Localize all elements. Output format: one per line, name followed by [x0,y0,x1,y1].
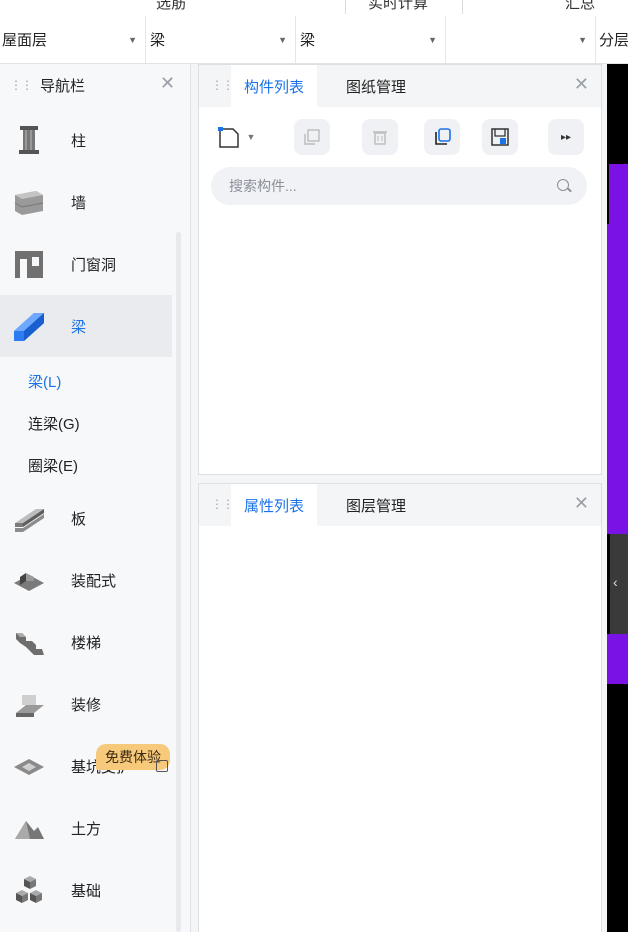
layer-select-value: 分层 [599,32,628,49]
wall-icon [14,191,44,215]
selector-bar: 屋面层 ▼ 梁 ▼ 梁 ▼ ▼ 分层 [0,16,628,64]
ribbon-divider [462,0,463,14]
tab-drawing-management[interactable]: 图纸管理 [333,65,419,107]
property-list-panel: ⋮⋮ 属性列表 图层管理 ✕ [198,483,602,932]
component-panel-header: ⋮⋮ 构件列表 图纸管理 ✕ [199,65,601,107]
door-window-icon [15,251,43,278]
ribbon-divider [345,0,346,14]
nav-item-label: 楼梯 [71,634,102,652]
ribbon-label-rebar[interactable]: 选筋 [156,0,186,13]
floor-select[interactable]: 屋面层 ▼ [0,16,146,63]
nav-item-label: 土方 [71,820,102,838]
chevron-left-icon[interactable]: ‹ [613,574,618,590]
property-panel-header: ⋮⋮ 属性列表 图层管理 ✕ [199,484,601,526]
component-name-select[interactable]: ▼ [446,16,596,63]
nav-item-label: 梁 [71,318,87,336]
layers-copy-icon [435,128,451,145]
chevron-down-icon: ▼ [278,35,287,45]
sub-item-beam-l[interactable]: 梁(L) [28,371,61,392]
chevron-down-icon: ▼ [128,35,137,45]
ribbon-label-summary[interactable]: 汇总 [565,0,595,13]
lock-icon [156,760,168,772]
navigation-title: 导航栏 [40,77,86,95]
beam-icon [14,313,44,341]
nav-item-label: 装修 [71,696,102,714]
component-search-box[interactable]: 搜索构件... [211,167,587,205]
nav-item-prefab[interactable]: 装配式 [0,549,172,611]
component-type-select[interactable]: 梁 ▼ [146,16,296,63]
nav-item-label: 板 [71,510,87,528]
nav-item-earthwork[interactable]: 土方 [0,797,172,859]
copy-to-floor-button[interactable] [424,119,460,155]
drag-handle-icon[interactable]: ⋮⋮ [10,78,33,92]
floor-select-value: 屋面层 [2,32,48,49]
stairs-icon [16,633,44,655]
double-arrow-right-icon: ▸▸ [560,131,572,143]
search-icon[interactable] [557,179,569,191]
beam-model-shape [607,634,628,684]
component-type-value: 梁 [150,32,166,49]
navigation-panel: ⋮⋮ 导航栏 ✕ 柱 墙 门窗洞 梁 梁(L) 连梁(G) 圈梁(E) 板 装配… [0,64,191,932]
sub-item-ring-beam-e[interactable]: 圈梁(E) [28,455,78,476]
ribbon-label-realtime-calc[interactable]: 实时计算 [368,0,428,13]
layer-select[interactable]: 分层 [596,16,628,63]
nav-item-door-window[interactable]: 门窗洞 [0,233,172,295]
close-icon[interactable]: ✕ [574,74,589,95]
beam-model-shape [609,164,628,224]
tab-property-list[interactable]: 属性列表 [231,484,318,526]
new-file-icon [217,127,239,148]
copy-icon [304,129,320,145]
beam-model-shape [607,224,628,534]
ribbon-strip: 选筋 实时计算 汇总 [0,0,628,17]
chevron-down-icon: ▼ [428,35,437,45]
foundation-pit-icon [14,759,44,775]
chevron-down-icon: ▼ [578,35,587,45]
tab-layer-management[interactable]: 图层管理 [333,484,419,526]
nav-item-wall[interactable]: 墙 [0,171,172,233]
drag-handle-icon[interactable]: ⋮⋮ [211,78,234,92]
copy-component-button[interactable] [294,119,330,155]
nav-item-label: 基础 [71,882,102,900]
nav-item-decoration[interactable]: 装修 [0,673,172,735]
search-input[interactable]: 搜索构件... [229,176,297,196]
component-list-panel: ⋮⋮ 构件列表 图纸管理 ✕ ▼ ▸▸ 搜索构件... [198,64,602,475]
decoration-icon [16,695,44,717]
more-tools-button[interactable]: ▸▸ [548,119,584,155]
navigation-scrollbar[interactable] [176,232,181,932]
nav-item-label: 柱 [71,132,87,150]
delete-component-button[interactable] [362,119,398,155]
nav-item-label: 装配式 [71,572,117,590]
extract-component-button[interactable] [482,119,518,155]
column-icon [19,126,39,154]
nav-item-slab[interactable]: 板 [0,487,172,549]
save-to-library-icon [491,128,509,146]
navigation-header: ⋮⋮ 导航栏 ✕ [0,64,190,106]
close-icon[interactable]: ✕ [574,493,589,514]
nav-item-label: 墙 [71,194,87,212]
prefab-icon [14,573,44,591]
drag-handle-icon[interactable]: ⋮⋮ [211,497,234,511]
close-icon[interactable]: ✕ [160,73,175,94]
nav-item-foundation[interactable]: 基础 [0,859,172,921]
sub-item-link-beam-g[interactable]: 连梁(G) [28,413,80,434]
chevron-down-icon[interactable]: ▼ [247,132,256,142]
new-component-button[interactable]: ▼ [211,119,259,155]
nav-item-column[interactable]: 柱 [0,109,172,171]
component-value: 梁 [300,32,316,49]
earthwork-icon [15,821,44,839]
tab-component-list[interactable]: 构件列表 [231,65,318,107]
slab-icon [15,509,44,532]
trash-icon [373,131,387,145]
nav-item-label: 门窗洞 [71,256,117,274]
component-select[interactable]: 梁 ▼ [296,16,446,63]
model-viewport[interactable]: ‹ [607,64,628,932]
nav-item-beam[interactable]: 梁 [0,295,172,357]
nav-item-stairs[interactable]: 楼梯 [0,611,172,673]
foundation-icon [16,876,42,903]
